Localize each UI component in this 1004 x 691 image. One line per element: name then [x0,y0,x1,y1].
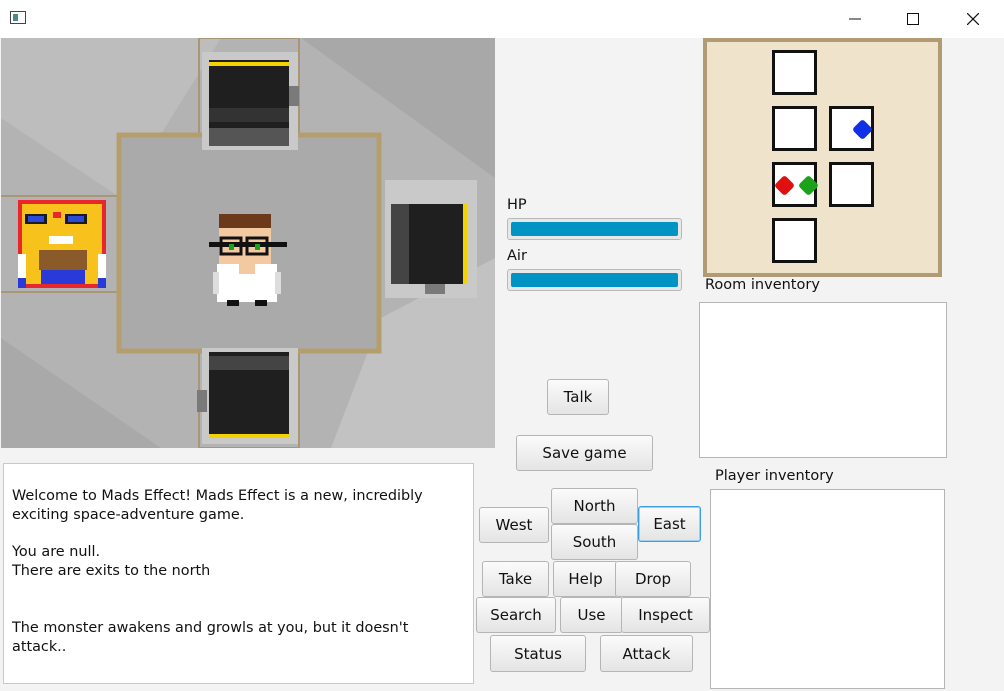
attack-button[interactable]: Attack [600,635,693,672]
save-game-button[interactable]: Save game [516,435,653,471]
minimize-button[interactable] [826,0,884,38]
air-bar [507,269,682,291]
room-scene [1,38,495,448]
player-inventory-label: Player inventory [715,468,834,484]
minimap [703,38,942,277]
talk-button[interactable]: Talk [547,379,609,415]
hp-bar-fill [511,222,678,236]
north-door [202,52,299,150]
room-inventory-label: Room inventory [705,277,820,293]
monster-sprite [18,200,106,288]
hp-bar [507,218,682,240]
minimap-room [772,218,817,263]
title-bar [0,0,1004,38]
help-button[interactable]: Help [553,561,618,597]
maximize-icon [907,13,919,25]
app-icon [10,11,26,24]
message-log: Welcome to Mads Effect! Mads Effect is a… [3,463,474,684]
minimap-room [772,50,817,95]
drop-button[interactable]: Drop [615,561,691,597]
use-button[interactable]: Use [560,597,623,633]
log-line: The monster awakens and growls at you, b… [12,620,409,655]
search-button[interactable]: Search [476,597,556,633]
close-button[interactable] [944,0,1002,38]
close-icon [967,13,979,25]
maximize-button[interactable] [884,0,942,38]
log-line: Welcome to Mads Effect! Mads Effect is a… [12,488,423,504]
game-view[interactable] [1,38,495,448]
log-line: There are exits to the north [12,563,211,579]
west-button[interactable]: West [479,507,549,543]
room-inventory-list[interactable] [699,302,947,458]
log-line: You are null. [12,544,101,560]
minimap-room [829,162,874,207]
east-door [385,180,477,298]
south-door [197,348,298,444]
hp-label: HP [507,197,527,213]
east-button[interactable]: East [638,506,701,542]
south-button[interactable]: South [551,524,638,560]
player-inventory-list[interactable] [710,489,945,689]
take-button[interactable]: Take [482,561,549,597]
status-button[interactable]: Status [490,635,586,672]
air-bar-fill [511,273,678,287]
air-label: Air [507,248,527,264]
inspect-button[interactable]: Inspect [621,597,710,633]
log-line: exciting space-adventure game. [12,507,245,523]
minimap-room [772,106,817,151]
north-button[interactable]: North [551,488,638,524]
minimize-icon [849,18,861,20]
